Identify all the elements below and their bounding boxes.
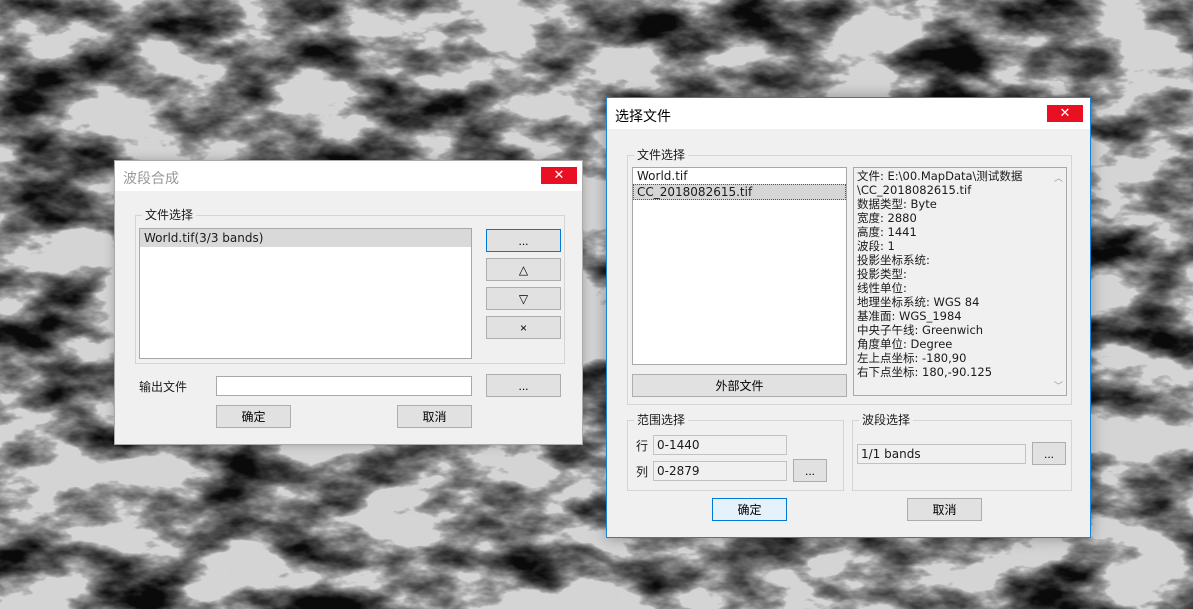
file-select-group-label: 文件选择 — [634, 148, 689, 162]
output-browse-button[interactable]: ... — [486, 374, 561, 397]
output-file-input[interactable] — [216, 376, 472, 396]
ok-button[interactable]: 确定 — [216, 405, 291, 428]
col-label: 列 — [636, 465, 649, 479]
file-info-line: 高度: 1441 — [857, 225, 917, 239]
file-info-line: 宽度: 2880 — [857, 211, 917, 225]
cancel-button[interactable]: 取消 — [907, 498, 982, 521]
file-info-line: 角度单位: Degree — [857, 337, 953, 351]
band-select-group-label: 波段选择 — [859, 413, 914, 427]
file-select-group-label: 文件选择 — [142, 208, 197, 222]
band-selection-input[interactable]: 1/1 bands — [857, 444, 1026, 464]
band-select-button[interactable]: ... — [1032, 442, 1066, 465]
file-info-line: 线性单位: — [857, 281, 907, 295]
scroll-down-icon[interactable]: ﹀ — [1054, 379, 1063, 392]
file-info-line: 投影坐标系统: — [857, 253, 930, 267]
col-range-input[interactable]: 0-2879 — [653, 461, 787, 481]
select-file-title: 选择文件 — [615, 109, 671, 125]
ok-button[interactable]: 确定 — [712, 498, 787, 521]
remove-file-button[interactable]: × — [486, 316, 561, 339]
file-info-line: 左上点坐标: -180,90 — [857, 351, 967, 365]
range-select-button[interactable]: ... — [793, 459, 827, 482]
band-composite-window: 波段合成 ✕ 文件选择 World.tif(3/3 bands) ... △ ▽… — [114, 160, 583, 445]
composite-file-list[interactable]: World.tif(3/3 bands) — [139, 228, 472, 359]
source-file-list[interactable]: World.tif CC_2018082615.tif — [632, 167, 847, 365]
close-icon[interactable]: ✕ — [541, 167, 577, 184]
file-info-line: 投影类型: — [857, 267, 907, 281]
cancel-button[interactable]: 取消 — [397, 405, 472, 428]
close-icon[interactable]: ✕ — [1047, 105, 1083, 122]
list-item[interactable]: CC_2018082615.tif — [633, 184, 846, 200]
list-item[interactable]: World.tif — [633, 168, 846, 184]
band-composite-titlebar[interactable]: 波段合成 ✕ — [115, 161, 582, 191]
file-info-line: 地理坐标系统: WGS 84 — [857, 295, 980, 309]
move-down-button[interactable]: ▽ — [486, 287, 561, 310]
band-composite-title: 波段合成 — [123, 171, 179, 187]
scroll-up-icon[interactable]: ︿ — [1054, 171, 1063, 184]
list-item[interactable]: World.tif(3/3 bands) — [140, 229, 471, 247]
file-info-line: 波段: 1 — [857, 239, 895, 253]
file-info-line: \CC_2018082615.tif — [857, 183, 972, 197]
file-info-line: 右下点坐标: 180,-90.125 — [857, 365, 993, 379]
file-info-line: 文件: E:\00.MapData\测试数据 — [857, 169, 1023, 183]
browse-file-button[interactable]: ... — [486, 229, 561, 252]
file-info-line: 基准面: WGS_1984 — [857, 309, 962, 323]
select-file-window: 选择文件 ✕ 文件选择 World.tif CC_2018082615.tif … — [606, 97, 1091, 538]
output-file-label: 输出文件 — [139, 380, 188, 394]
select-file-titlebar[interactable]: 选择文件 ✕ — [607, 98, 1090, 129]
file-info-line: 中央子午线: Greenwich — [857, 323, 984, 337]
file-info-line: 数据类型: Byte — [857, 197, 937, 211]
range-select-group-label: 范围选择 — [634, 413, 689, 427]
external-file-button[interactable]: 外部文件 — [632, 374, 847, 397]
row-label: 行 — [636, 439, 649, 453]
row-range-input[interactable]: 0-1440 — [653, 435, 787, 455]
move-up-button[interactable]: △ — [486, 258, 561, 281]
file-info-box: 文件: E:\00.MapData\测试数据 \CC_2018082615.ti… — [853, 167, 1067, 396]
